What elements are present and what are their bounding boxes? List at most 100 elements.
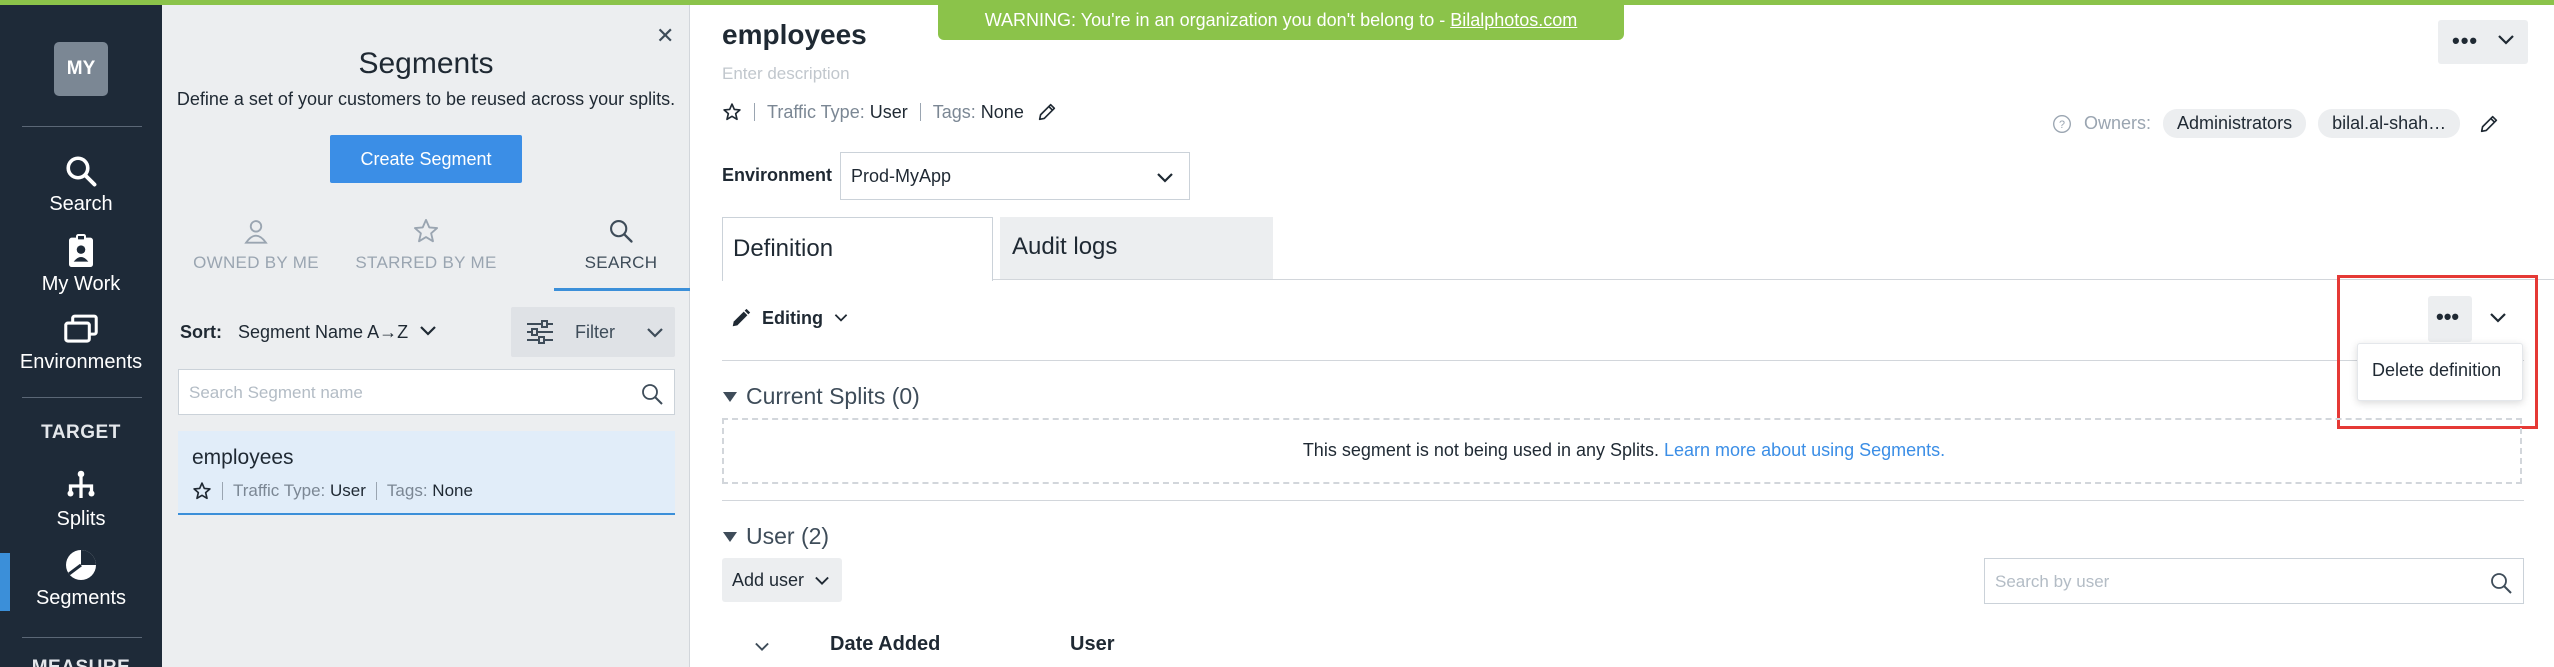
add-user-button[interactable]: Add user <box>722 558 842 602</box>
nav-item-search[interactable]: Search <box>0 153 162 216</box>
current-splits-toggle[interactable]: Current Splits (0) <box>722 383 920 410</box>
tab-audit-logs[interactable]: Audit logs <box>1000 217 1273 279</box>
filter-button[interactable]: Filter <box>511 307 675 357</box>
pencil-icon <box>732 308 751 327</box>
caret-down-icon <box>723 391 737 402</box>
owner-pill: Administrators <box>2163 109 2307 138</box>
traffic-type: Traffic Type: User <box>233 481 366 500</box>
pencil-icon[interactable] <box>1036 101 1058 123</box>
search-icon <box>2491 573 2512 594</box>
tab-label: OWNED BY ME <box>193 253 319 272</box>
segment-meta: Traffic Type: User Tags: None <box>192 481 473 501</box>
filter-label: Filter <box>575 322 615 342</box>
chevron-down-icon <box>815 576 829 585</box>
user-search-input[interactable]: Search by user <box>1984 558 2524 604</box>
left-navigation: MY Search My Work Environments TARGET Sp… <box>0 5 162 667</box>
tags: Tags: None <box>386 481 473 500</box>
nav-item-splits[interactable]: Splits <box>0 468 162 531</box>
close-icon[interactable]: ✕ <box>656 23 674 49</box>
environment-label: Environment <box>722 165 833 185</box>
nav-section-target: TARGET <box>41 422 121 443</box>
org-link[interactable]: Bilalphotos.com <box>1450 10 1577 31</box>
segment-search-input[interactable]: Search Segment name <box>178 369 675 415</box>
nav-item-segments[interactable]: Segments <box>0 547 162 610</box>
tags: Tags: None <box>932 101 1024 122</box>
tab-starred-by-me[interactable]: STARRED BY ME <box>342 217 510 273</box>
tab-label: SEARCH <box>584 253 658 272</box>
nav-item-environments[interactable]: Environments <box>0 313 162 374</box>
separator <box>375 482 377 500</box>
owners: ? Owners: Administrators bilal.al-shah… <box>2052 109 2500 138</box>
more-icon: ••• <box>2452 28 2479 53</box>
section-title: User (2) <box>746 523 830 549</box>
column-header-date-added[interactable]: Date Added <box>830 633 940 656</box>
segment-name: employees <box>192 446 294 469</box>
nav-item-label: Splits <box>56 508 106 530</box>
tab-search[interactable]: SEARCH <box>537 217 705 273</box>
panel-title: Segments <box>358 47 494 80</box>
nav-section-measure: MEASURE <box>0 657 162 667</box>
search-icon <box>610 220 633 243</box>
nav-item-label: Environments <box>19 351 143 373</box>
windows-icon <box>64 314 98 343</box>
chevron-down-icon[interactable] <box>418 323 438 339</box>
header-more-menu[interactable]: ••• <box>2438 20 2528 64</box>
learn-more-link[interactable]: Learn more about using Segments. <box>1664 440 1945 460</box>
star-icon[interactable] <box>722 102 742 122</box>
star-icon[interactable] <box>192 481 212 501</box>
sort-dropdown[interactable]: Segment Name A→Z <box>238 322 408 343</box>
divider <box>722 360 2524 361</box>
chevron-down-icon <box>1157 173 1173 183</box>
tab-definition[interactable]: Definition <box>722 217 993 281</box>
nav-divider <box>22 637 142 638</box>
highlight-box <box>2337 275 2538 429</box>
chevron-down-icon <box>2498 35 2514 45</box>
owners-label: Owners: <box>2084 113 2152 133</box>
editing-label: Editing <box>762 307 823 328</box>
org-avatar[interactable]: MY <box>54 42 108 96</box>
panel-subtitle: Define a set of your customers to be reu… <box>176 89 676 109</box>
segment-meta: Traffic Type: User Tags: None <box>722 101 1058 123</box>
create-segment-button[interactable]: Create Segment <box>330 135 522 183</box>
tab-owned-by-me[interactable]: OWNED BY ME <box>172 217 340 273</box>
separator <box>754 103 755 121</box>
owner-pill: bilal.al-shah… <box>2318 109 2461 138</box>
user-section-toggle[interactable]: User (2) <box>722 523 829 550</box>
active-tab-underline <box>554 288 690 291</box>
warning-banner: WARNING: You're in an organization you d… <box>938 0 1624 40</box>
environment-select[interactable]: Prod-MyApp <box>840 152 1190 200</box>
svg-text:?: ? <box>2059 119 2065 131</box>
nav-divider <box>22 126 142 127</box>
search-icon <box>642 384 663 405</box>
separator <box>919 103 921 121</box>
segments-panel: ✕ Segments Define a set of your customer… <box>162 5 690 667</box>
nav-item-label: Segments <box>35 587 127 609</box>
environment-value: Prod-MyApp <box>851 166 952 186</box>
page-title: employees <box>722 19 867 50</box>
search-icon <box>66 156 97 187</box>
nav-item-my-work[interactable]: My Work <box>0 233 162 296</box>
traffic-type: Traffic Type: User <box>767 101 908 122</box>
search-placeholder: Search by user <box>1995 572 2110 591</box>
pie-icon <box>66 550 96 580</box>
badge-icon <box>69 234 93 267</box>
sort-label: Sort: <box>180 322 222 342</box>
divider <box>722 500 2524 501</box>
add-user-label: Add user <box>732 570 805 590</box>
pencil-icon[interactable] <box>2478 113 2500 135</box>
editing-dropdown[interactable]: Editing <box>730 307 849 329</box>
nav-divider <box>22 397 142 398</box>
segment-list-item[interactable]: employees Traffic Type: User Tags: None <box>178 431 675 515</box>
chevron-down-icon <box>647 328 663 338</box>
split-icon <box>67 470 95 498</box>
warning-text: WARNING: You're in an organization you d… <box>984 9 1446 30</box>
help-icon[interactable]: ? <box>2052 114 2072 134</box>
section-title: Current Splits (0) <box>746 383 920 409</box>
empty-splits-box: This segment is not being used in any Sp… <box>722 418 2522 484</box>
description-field[interactable]: Enter description <box>722 64 850 84</box>
column-header-user[interactable]: User <box>1070 633 1114 656</box>
tab-label: STARRED BY ME <box>355 253 497 272</box>
nav-item-label: My Work <box>41 273 121 295</box>
chevron-down-icon <box>834 314 848 322</box>
chevron-down-icon[interactable] <box>752 640 772 654</box>
